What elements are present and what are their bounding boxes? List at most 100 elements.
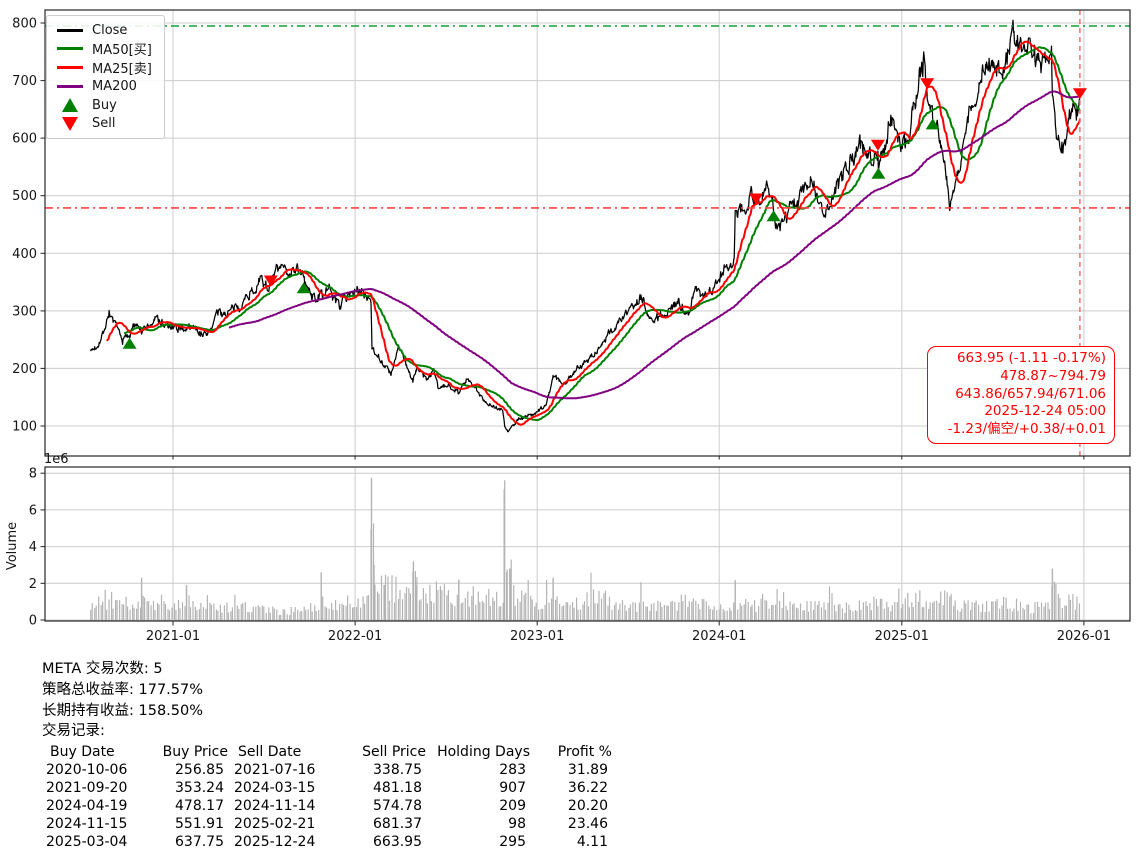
trade-records-label: 交易记录:: [42, 723, 105, 740]
legend-label-ma200: MA200: [92, 78, 137, 94]
trade-row: 2025-03-04 637.75 2025-12-24 663.95 295 4.11: [42, 833, 612, 851]
svg-text:2022-01: 2022-01: [328, 629, 382, 644]
trade-cell: 2021-09-20: [46, 780, 128, 797]
col-holding-days: Holding Days: [437, 744, 530, 761]
quote-annotation-box: 663.95 (-1.11 -0.17%) 478.87~794.79 643.…: [927, 346, 1115, 444]
trade-cell: 2020-10-06: [46, 762, 128, 779]
trade-cell: 353.24: [175, 780, 224, 797]
annotation-datetime: 2025-12-24 05:00: [984, 403, 1106, 420]
legend-item-ma25: MA25[卖]: [56, 59, 158, 77]
legend-label-ma50: MA50[买]: [92, 43, 152, 59]
svg-text:600: 600: [12, 132, 37, 147]
svg-text:500: 500: [12, 189, 37, 204]
trade-cell: 681.37: [373, 816, 422, 833]
buy-marker: [871, 167, 886, 179]
svg-text:700: 700: [12, 74, 37, 89]
volume-bars: [90, 477, 1080, 621]
trade-cell: 2024-03-15: [234, 780, 316, 797]
ma200-line-swatch: [56, 84, 83, 88]
trade-cell: 23.46: [567, 816, 608, 833]
close-line-swatch: [56, 28, 83, 32]
svg-text:0: 0: [29, 614, 37, 629]
ma25-line-swatch: [56, 66, 83, 70]
trade-cell: 98: [508, 816, 526, 833]
svg-text:800: 800: [12, 17, 37, 32]
annotation-range: 478.87~794.79: [1000, 367, 1106, 384]
trade-cell: 256.85: [175, 762, 224, 779]
volume-axis-label: Volume: [5, 522, 20, 570]
col-buy-price: Buy Price: [162, 744, 228, 761]
buy-marker: [766, 210, 781, 222]
trade-cell: 2024-11-15: [46, 816, 128, 833]
legend-item-close: Close: [56, 21, 158, 39]
legend-label-close: Close: [92, 22, 128, 38]
trade-cell: 36.22: [567, 780, 608, 797]
svg-text:2021-01: 2021-01: [146, 629, 200, 644]
trade-cell: 637.75: [175, 834, 224, 851]
svg-text:6: 6: [29, 503, 37, 518]
svg-text:2024-01: 2024-01: [692, 629, 746, 644]
trade-row: 2024-11-15 551.91 2025-02-21 681.37 98 23.46: [42, 815, 612, 833]
trade-cell: 4.11: [576, 834, 608, 851]
buy-triangle-icon: [56, 98, 83, 113]
svg-text:400: 400: [12, 247, 37, 262]
trade-cell: 481.18: [373, 780, 422, 797]
trade-cell: 2025-02-21: [234, 816, 316, 833]
annotation-levels: 643.86/657.94/671.06: [955, 385, 1106, 402]
annotation-price-change: 663.95 (-1.11 -0.17%): [956, 350, 1106, 366]
col-profit: Profit %: [557, 744, 612, 761]
legend-item-buy: Buy: [56, 96, 158, 114]
hold-return-line: 长期持有收益: 158.50%: [42, 702, 204, 719]
trade-cell: 574.78: [373, 798, 422, 815]
trade-records-table: Buy Date Buy Price Sell Date Sell Price …: [42, 743, 612, 851]
gridlines: [45, 10, 1130, 621]
trade-cell: 2021-07-16: [234, 762, 316, 779]
trade-cell: 907: [499, 780, 526, 797]
svg-text:100: 100: [12, 420, 37, 435]
trade-rows: 2020-10-06 256.85 2021-07-16 338.75 283 31.89…: [42, 761, 612, 851]
trade-cell: 663.95: [373, 834, 422, 851]
col-sell-date: Sell Date: [238, 744, 302, 761]
legend-label-buy: Buy: [92, 97, 117, 113]
price-volume-chart: 100 200 300 400 500 600 700 800 0 2 4 6 8 2021-01 2022…: [5, 9, 1131, 644]
trade-count-line: META 交易次数: 5: [42, 661, 163, 677]
col-sell-price: Sell Price: [362, 744, 426, 761]
strategy-chart-figure: 100 200 300 400 500 600 700 800 0 2 4 6 8 2021-01 2022…: [0, 0, 1139, 852]
svg-text:2023-01: 2023-01: [510, 629, 564, 644]
trade-cell: 551.91: [175, 816, 224, 833]
svg-text:2: 2: [29, 577, 37, 592]
trade-cell: 31.89: [567, 762, 608, 779]
legend-item-ma200: MA200: [56, 77, 158, 95]
trade-cell: 20.20: [567, 798, 608, 815]
strategy-summary: META 交易次数: 5 策略总收益率: 177.57% 长期持有收益: 158…: [42, 659, 612, 851]
trade-row: 2021-09-20 353.24 2024-03-15 481.18 907 36.22: [42, 779, 612, 797]
annotation-bias: -1.23/偏空/+0.38/+0.01: [947, 421, 1106, 438]
svg-text:2025-01: 2025-01: [875, 629, 929, 644]
trade-cell: 283: [499, 762, 526, 779]
trade-cell: 478.17: [175, 798, 224, 815]
trade-cell: 209: [499, 798, 526, 815]
svg-text:200: 200: [12, 362, 37, 377]
col-buy-date: Buy Date: [50, 744, 115, 761]
trade-cell: 2025-12-24: [234, 834, 316, 851]
buy-marker: [122, 337, 137, 349]
svg-text:8: 8: [29, 467, 37, 482]
trade-cell: 2025-03-04: [46, 834, 128, 851]
trade-cell: 295: [499, 834, 526, 851]
ma50-line-swatch: [56, 47, 83, 51]
strategy-return-line: 策略总收益率: 177.57%: [42, 681, 204, 698]
legend-label-ma25: MA25[卖]: [92, 62, 152, 78]
trade-table-header: Buy Date Buy Price Sell Date Sell Price …: [42, 743, 612, 761]
svg-text:4: 4: [29, 540, 37, 555]
trade-cell: 2024-11-14: [234, 798, 316, 815]
volume-offset-label: 1e6: [44, 452, 69, 467]
trade-row: 2024-04-19 478.17 2024-11-14 574.78 209 20.20: [42, 797, 612, 815]
legend: Close MA50[买] MA25[卖] MA200 Buy Sell: [46, 15, 165, 139]
sell-triangle-icon: [56, 116, 83, 131]
svg-text:2026-01: 2026-01: [1057, 629, 1111, 644]
legend-label-sell: Sell: [92, 116, 116, 132]
trade-cell: 2024-04-19: [46, 798, 128, 815]
trade-cell: 338.75: [373, 762, 422, 779]
svg-text:300: 300: [12, 304, 37, 319]
legend-item-sell: Sell: [56, 115, 158, 133]
